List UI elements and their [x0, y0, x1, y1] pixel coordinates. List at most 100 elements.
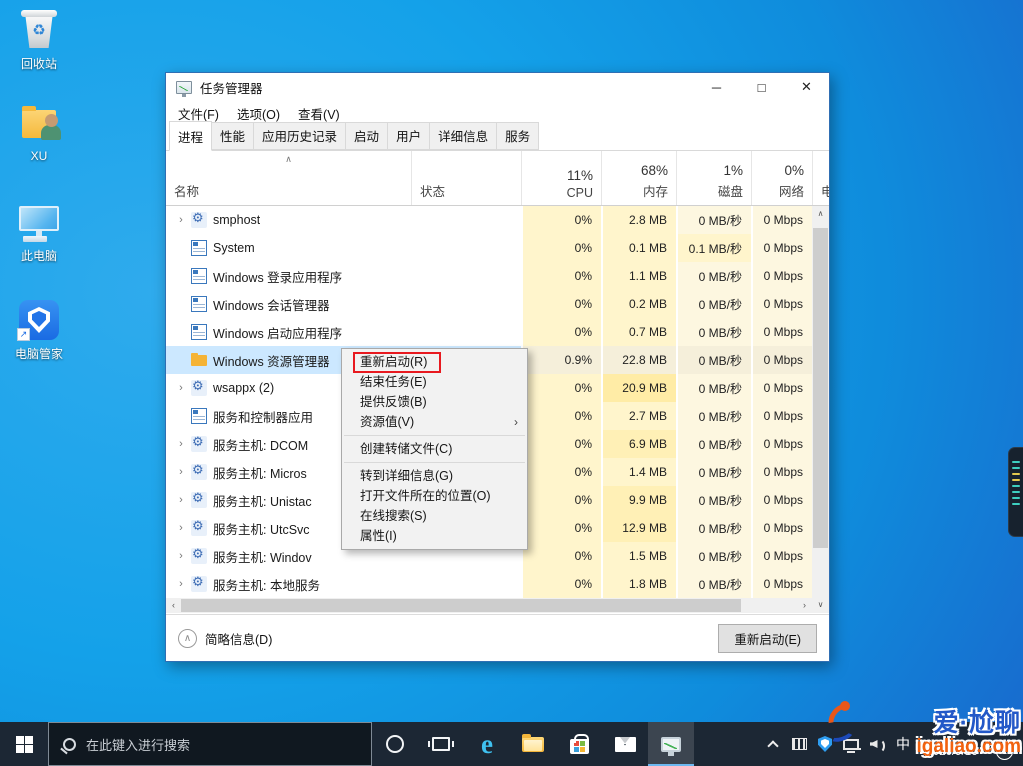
column-header-memory[interactable]: 68% 内存 — [601, 151, 676, 205]
expand-chevron-icon[interactable]: › — [174, 438, 188, 450]
column-header-network[interactable]: 0% 网络 — [751, 151, 812, 205]
tab-启动[interactable]: 启动 — [345, 122, 388, 150]
expand-chevron-icon[interactable]: › — [174, 466, 188, 478]
tab-性能[interactable]: 性能 — [211, 122, 254, 150]
scroll-right-icon[interactable]: › — [797, 598, 812, 613]
restart-button[interactable]: 重新启动(E) — [718, 624, 817, 653]
taskbar-clock[interactable]: 2020/9/16 — [916, 730, 988, 758]
vertical-scrollbar[interactable]: ∧ ∨ — [812, 206, 829, 613]
maximize-button[interactable]: □ — [739, 73, 784, 101]
expand-chevron-icon[interactable]: › — [174, 214, 188, 226]
context-menu-item-C[interactable]: 创建转储文件(C) — [342, 439, 527, 459]
process-status-cell — [411, 206, 521, 234]
desktop-icon-recycle-bin[interactable]: 回收站 — [4, 8, 74, 72]
expand-chevron-icon[interactable]: › — [174, 494, 188, 506]
menu-label: 转到详细信息(G) — [360, 469, 453, 483]
collapse-details-icon[interactable]: ∧ — [178, 629, 197, 648]
app-icon — [191, 268, 207, 284]
search-placeholder: 在此键入进行搜索 — [86, 735, 190, 754]
context-menu-item-E[interactable]: 结束任务(E) — [342, 372, 527, 392]
pc-manager-tray-button[interactable] — [812, 736, 838, 752]
desktop-icon-pc-manager[interactable]: 电脑管家 — [4, 298, 74, 362]
process-name: 服务主机: Windov — [213, 547, 312, 566]
scroll-left-icon[interactable]: ‹ — [166, 598, 181, 613]
menu-separator — [344, 462, 525, 463]
expand-chevron-icon[interactable]: › — [174, 382, 188, 394]
expand-chevron-icon[interactable]: › — [174, 550, 188, 562]
store-button[interactable] — [556, 722, 602, 766]
table-row[interactable]: ›服务主机: 本地服务0%1.8 MB0 MB/秒0 Mbps — [166, 570, 812, 598]
task-manager-taskbar-button[interactable] — [648, 722, 694, 766]
process-mem-cell: 1.5 MB — [601, 542, 676, 570]
tab-应用历史记录[interactable]: 应用历史记录 — [253, 122, 346, 150]
desktop-icon-this-pc[interactable]: 此电脑 — [4, 200, 74, 264]
menu-label: 创建转储文件(C) — [360, 442, 452, 456]
process-disk-cell: 0 MB/秒 — [676, 402, 751, 430]
show-hidden-icons-button[interactable] — [760, 738, 786, 750]
edge-button[interactable]: e — [464, 722, 510, 766]
network-tray-button[interactable] — [838, 739, 864, 750]
process-name: Windows 登录应用程序 — [213, 267, 342, 286]
context-menu-item-O[interactable]: 打开文件所在的位置(O) — [342, 486, 527, 506]
task-manager-icon — [661, 737, 681, 752]
table-row[interactable]: Windows 启动应用程序0%0.7 MB0 MB/秒0 Mbps — [166, 318, 812, 346]
notification-badge[interactable]: 1 — [996, 743, 1013, 760]
process-cpu-cell: 0% — [521, 234, 601, 262]
close-button[interactable]: ✕ — [784, 73, 829, 101]
gear-icon — [191, 212, 207, 228]
process-disk-cell: 0 MB/秒 — [676, 514, 751, 542]
desktop-icon-user-folder[interactable]: XU — [4, 102, 74, 163]
start-button[interactable] — [0, 722, 48, 766]
column-header-cpu[interactable]: 11% CPU — [521, 151, 601, 205]
taskbar-search-box[interactable]: 在此键入进行搜索 — [48, 722, 372, 766]
table-row[interactable]: Windows 会话管理器0%0.2 MB0 MB/秒0 Mbps — [166, 290, 812, 318]
context-menu-item-I[interactable]: 属性(I) — [342, 526, 527, 546]
horizontal-scroll-thumb[interactable] — [181, 599, 741, 612]
tab-进程[interactable]: 进程 — [169, 121, 212, 151]
column-header-name[interactable]: ∧ 名称 — [166, 151, 411, 205]
fewer-details-toggle[interactable]: 简略信息(D) — [205, 629, 272, 648]
process-name: 服务和控制器应用 — [213, 407, 313, 426]
ime-indicator[interactable]: 中 — [890, 734, 916, 754]
scroll-down-icon[interactable]: ∨ — [812, 597, 829, 613]
app-icon — [191, 408, 207, 424]
docked-sidebar-widget[interactable] — [1008, 447, 1023, 537]
context-menu-item-G[interactable]: 转到详细信息(G) — [342, 466, 527, 486]
table-row[interactable]: ›smphost0%2.8 MB0 MB/秒0 Mbps — [166, 206, 812, 234]
process-disk-cell: 0 MB/秒 — [676, 262, 751, 290]
vertical-scroll-thumb[interactable] — [813, 228, 828, 548]
highlighted-menu-label: 重新启动(R) — [353, 352, 441, 373]
context-menu-item-R[interactable]: 重新启动(R) — [342, 352, 527, 372]
tab-详细信息[interactable]: 详细信息 — [429, 122, 497, 150]
process-name-cell: ›smphost — [166, 206, 411, 234]
table-row[interactable]: Windows 登录应用程序0%1.1 MB0 MB/秒0 Mbps — [166, 262, 812, 290]
context-menu-item-S[interactable]: 在线搜索(S) — [342, 506, 527, 526]
cortana-button[interactable] — [372, 722, 418, 766]
column-header-status[interactable]: 状态 — [411, 151, 521, 205]
touch-keyboard-button[interactable] — [786, 738, 812, 750]
tab-服务[interactable]: 服务 — [496, 122, 539, 150]
task-view-icon — [432, 737, 450, 751]
chevron-up-icon — [767, 740, 778, 751]
column-header-disk[interactable]: 1% 磁盘 — [676, 151, 751, 205]
store-icon — [570, 739, 589, 754]
process-net-cell: 0 Mbps — [751, 374, 812, 402]
file-explorer-button[interactable] — [510, 722, 556, 766]
task-view-button[interactable] — [418, 722, 464, 766]
expand-chevron-icon[interactable]: › — [174, 522, 188, 534]
column-header-power-partial[interactable]: 电 — [812, 151, 829, 205]
tab-用户[interactable]: 用户 — [387, 122, 430, 150]
process-mem-cell: 1.8 MB — [601, 570, 676, 598]
process-net-cell: 0 Mbps — [751, 318, 812, 346]
mail-button[interactable] — [602, 722, 648, 766]
volume-tray-button[interactable] — [864, 737, 890, 751]
expand-chevron-icon[interactable]: › — [174, 578, 188, 590]
process-name: System — [213, 241, 255, 255]
context-menu-item-B[interactable]: 提供反馈(B) — [342, 392, 527, 412]
scroll-up-icon[interactable]: ∧ — [812, 206, 829, 222]
process-cpu-cell: 0% — [521, 318, 601, 346]
minimize-button[interactable]: ─ — [694, 73, 739, 101]
table-row[interactable]: System0%0.1 MB0.1 MB/秒0 Mbps — [166, 234, 812, 262]
context-menu-item-V[interactable]: 资源值(V)› — [342, 412, 527, 432]
horizontal-scrollbar[interactable]: ‹ › — [166, 598, 812, 613]
